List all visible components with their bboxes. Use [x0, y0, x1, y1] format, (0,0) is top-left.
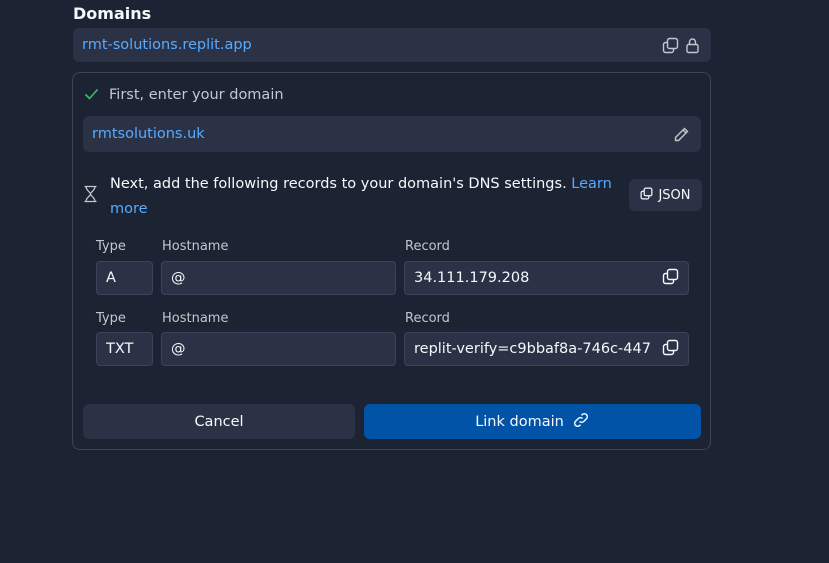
link-icon	[572, 411, 590, 433]
step-enter-domain-label: First, enter your domain	[109, 86, 284, 103]
hostname-label: Hostname	[162, 311, 229, 326]
type-label: Type	[96, 239, 126, 254]
copy-icon[interactable]	[659, 34, 681, 56]
record-value: 34.111.179.208	[414, 270, 530, 286]
json-button[interactable]: JSON	[629, 179, 702, 211]
cancel-button[interactable]: Cancel	[83, 404, 355, 439]
link-domain-button[interactable]: Link domain	[364, 404, 701, 439]
copy-icon[interactable]	[662, 339, 679, 360]
step-dns-instructions: Next, add the following records to your …	[110, 172, 620, 222]
current-domain-link[interactable]: rmt-solutions.replit.app	[82, 37, 659, 53]
step-enter-domain: First, enter your domain	[84, 85, 284, 104]
section-title: Domains	[73, 4, 152, 23]
check-icon	[84, 85, 99, 104]
current-domain-bar: rmt-solutions.replit.app	[73, 28, 711, 62]
custom-domain-value[interactable]: rmtsolutions.uk	[92, 126, 670, 142]
hostname-label: Hostname	[162, 239, 229, 254]
cancel-button-label: Cancel	[194, 413, 244, 430]
type-field[interactable]: A	[96, 261, 153, 295]
record-value: replit-verify=c9bbaf8a-746c-447	[414, 341, 651, 357]
type-value: TXT	[106, 341, 134, 357]
lock-icon[interactable]	[681, 34, 703, 56]
record-label: Record	[405, 311, 450, 326]
record-field[interactable]: replit-verify=c9bbaf8a-746c-447	[404, 332, 689, 366]
custom-domain-field[interactable]: rmtsolutions.uk	[83, 116, 701, 152]
hourglass-icon	[83, 185, 98, 207]
hostname-value: @	[171, 270, 186, 286]
copy-icon[interactable]	[662, 268, 679, 289]
record-field[interactable]: 34.111.179.208	[404, 261, 689, 295]
hostname-field[interactable]: @	[161, 332, 396, 366]
record-label: Record	[405, 239, 450, 254]
type-field[interactable]: TXT	[96, 332, 153, 366]
hostname-value: @	[171, 341, 186, 357]
copy-icon	[640, 187, 653, 204]
json-button-label: JSON	[658, 187, 691, 203]
hostname-field[interactable]: @	[161, 261, 396, 295]
dns-instructions-text: Next, add the following records to your …	[110, 176, 567, 192]
type-label: Type	[96, 311, 126, 326]
type-value: A	[106, 270, 116, 286]
link-domain-button-label: Link domain	[475, 413, 564, 430]
pencil-icon[interactable]	[670, 123, 692, 145]
